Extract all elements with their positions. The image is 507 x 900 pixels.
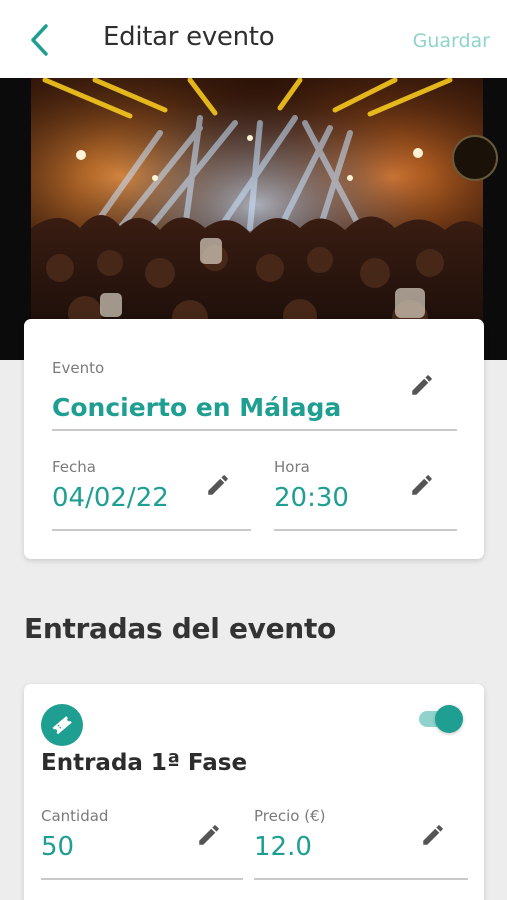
event-name-underline xyxy=(52,429,457,431)
ticket-name: Entrada 1ª Fase xyxy=(41,750,248,776)
date-label: Fecha xyxy=(52,458,96,476)
quantity-underline xyxy=(41,878,243,880)
toggle-knob xyxy=(435,705,463,733)
price-input[interactable]: 12.0 xyxy=(254,832,312,862)
date-input[interactable]: 04/02/22 xyxy=(52,483,169,513)
page-title: Editar evento xyxy=(103,22,275,52)
edit-date-pencil-icon[interactable] xyxy=(204,471,232,499)
edit-price-pencil-icon[interactable] xyxy=(419,821,447,849)
back-arrow-icon xyxy=(31,24,48,56)
edit-event-name-pencil-icon[interactable] xyxy=(408,371,436,399)
ticket-enabled-toggle[interactable] xyxy=(417,704,465,733)
top-bar: Editar evento Guardar xyxy=(0,0,507,80)
event-details-card: Evento Concierto en Málaga Fecha 04/02/2… xyxy=(24,319,484,559)
date-underline xyxy=(52,529,251,531)
tickets-section-title: Entradas del evento xyxy=(24,612,336,645)
time-underline xyxy=(274,529,457,531)
quantity-label: Cantidad xyxy=(41,807,109,825)
edit-time-pencil-icon[interactable] xyxy=(408,471,436,499)
ticket-icon-badge xyxy=(41,704,83,746)
event-name-label: Evento xyxy=(52,359,105,377)
price-label: Precio (€) xyxy=(254,807,326,825)
save-button[interactable]: Guardar xyxy=(413,30,490,52)
ticket-card: Entrada 1ª Fase Cantidad 50 Precio (€) 1… xyxy=(24,684,484,900)
event-name-input[interactable]: Concierto en Málaga xyxy=(52,393,341,422)
time-label: Hora xyxy=(274,458,310,476)
time-input[interactable]: 20:30 xyxy=(274,483,349,513)
price-underline xyxy=(254,878,468,880)
edit-quantity-pencil-icon[interactable] xyxy=(195,821,223,849)
quantity-input[interactable]: 50 xyxy=(41,832,74,862)
event-cover-image[interactable] xyxy=(0,78,507,360)
back-button[interactable] xyxy=(24,22,54,58)
ticket-icon xyxy=(52,716,72,735)
